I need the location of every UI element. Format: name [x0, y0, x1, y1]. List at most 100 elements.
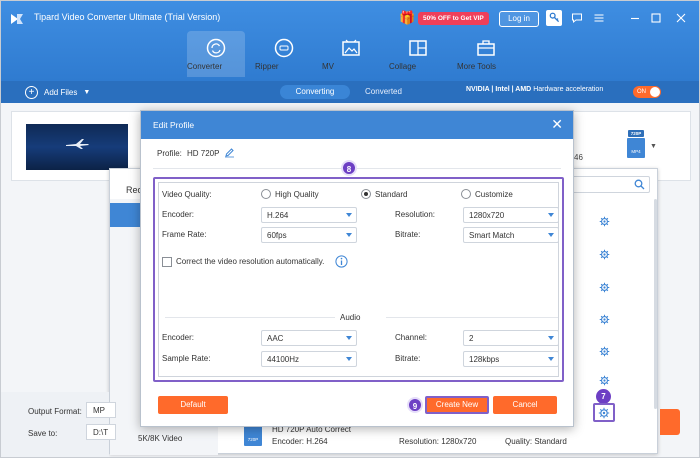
promo-label: 50% OFF to Get VIP	[418, 11, 489, 25]
select-value: Smart Match	[469, 231, 515, 240]
create-new-button[interactable]: Create New	[425, 396, 489, 414]
frame-rate-select[interactable]: 60fps	[261, 227, 357, 243]
step-9-marker: 9	[407, 397, 423, 413]
tab-collage[interactable]: Collage	[389, 31, 447, 77]
tab-converting[interactable]: Converting	[280, 85, 350, 99]
custom-profile-gear-button[interactable]	[593, 403, 615, 422]
select-value: AAC	[267, 334, 284, 343]
chevron-down-icon	[346, 213, 352, 217]
collage-icon	[409, 40, 427, 56]
pencil-icon[interactable]	[224, 147, 235, 158]
save-to-label: Save to:	[28, 429, 58, 438]
frame-rate-label: Frame Rate:	[162, 230, 207, 239]
chevron-down-icon[interactable]: ▼	[650, 143, 657, 150]
chevron-down-icon	[548, 213, 554, 217]
radio-dot	[261, 189, 271, 199]
dialog-header: Edit Profile ✕	[141, 111, 573, 139]
info-icon[interactable]	[335, 255, 348, 268]
tab-converted[interactable]: Converted	[356, 85, 411, 99]
select-value: H.264	[267, 211, 289, 220]
minimize-icon[interactable]	[627, 10, 643, 26]
cancel-button[interactable]: Cancel	[493, 396, 557, 414]
gear-icon	[598, 407, 610, 419]
select-value: 2	[469, 334, 474, 343]
scrollbar[interactable]	[654, 199, 657, 409]
tab-more-tools[interactable]: More Tools	[457, 31, 515, 77]
tab-mv[interactable]: MV	[322, 31, 380, 77]
close-icon[interactable]: ✕	[551, 116, 563, 132]
video-bitrate-select[interactable]: Smart Match	[463, 227, 559, 243]
tab-label: More Tools	[457, 62, 496, 71]
promo-banner[interactable]: 🎁 50% OFF to Get VIP	[399, 9, 489, 27]
video-encoder-select[interactable]: H.264	[261, 207, 357, 223]
chevron-down-icon	[346, 233, 352, 237]
gear-icon[interactable]	[599, 216, 610, 227]
gear-icon[interactable]	[599, 346, 610, 357]
resolution-select[interactable]: 1280x720	[463, 207, 559, 223]
gear-icon[interactable]	[599, 314, 610, 325]
chevron-down-icon	[346, 357, 352, 361]
key-icon[interactable]	[546, 10, 562, 26]
chip-tag: 720P	[628, 130, 644, 137]
convert-all-button[interactable]	[660, 409, 680, 435]
close-icon[interactable]	[673, 10, 689, 26]
output-format-chip[interactable]: 720P MP4	[626, 130, 646, 158]
gear-icon[interactable]	[599, 249, 610, 260]
output-format-select[interactable]: MP	[86, 402, 116, 418]
video-encoder-label: Encoder:	[162, 210, 195, 219]
edit-profile-dialog: Edit Profile ✕ Profile: HD 720P 8 Video …	[140, 110, 574, 427]
tab-label: Ripper	[255, 62, 279, 71]
chevron-down-icon	[548, 233, 554, 237]
profile-label: Profile:	[157, 149, 182, 158]
converter-icon	[206, 38, 226, 58]
tab-ripper[interactable]: Ripper	[255, 31, 313, 77]
format-category-5k8k[interactable]: 5K/8K Video	[138, 434, 182, 443]
toolbar: + Add Files ▼ Converting Converted NVIDI…	[1, 81, 699, 103]
gear-icon[interactable]	[599, 282, 610, 293]
format-search-input[interactable]	[572, 176, 650, 193]
maximize-icon[interactable]	[648, 10, 664, 26]
menu-icon[interactable]	[591, 10, 607, 26]
audio-bitrate-select[interactable]: 128kbps	[463, 351, 559, 367]
login-button[interactable]: Log in	[499, 11, 539, 27]
gift-icon: 🎁	[399, 10, 416, 25]
chevron-down-icon[interactable]: ▼	[83, 89, 90, 96]
radio-standard[interactable]: Standard	[361, 189, 407, 199]
radio-high-quality[interactable]: High Quality	[261, 189, 319, 199]
chat-icon[interactable]	[569, 10, 585, 26]
select-value: 1280x720	[469, 211, 505, 220]
add-files-button[interactable]: + Add Files ▼	[25, 86, 90, 99]
chevron-down-icon	[548, 336, 554, 340]
radio-customize[interactable]: Customize	[461, 189, 513, 199]
hw-text: Hardware acceleration	[533, 86, 604, 93]
select-value: 128kbps	[469, 355, 500, 364]
sample-rate-select[interactable]: 44100Hz	[261, 351, 357, 367]
channel-label: Channel:	[395, 333, 428, 342]
format-item-resolution: Resolution: 1280x720	[399, 437, 477, 446]
mv-icon	[342, 39, 360, 56]
audio-encoder-select[interactable]: AAC	[261, 330, 357, 346]
hardware-acceleration-label: NVIDIA | Intel | AMD Hardware accelerati…	[466, 86, 603, 93]
title-bar: Tipard Video Converter Ultimate (Trial V…	[1, 1, 699, 81]
gear-icon[interactable]	[599, 375, 610, 386]
select-value: 60fps	[267, 231, 287, 240]
tab-converter[interactable]: Converter	[187, 31, 245, 77]
format-item-quality: Quality: Standard	[505, 437, 567, 446]
channel-select[interactable]: 2	[463, 330, 559, 346]
plus-icon: +	[25, 86, 38, 99]
airplane-icon	[66, 139, 89, 149]
step-7-marker: 7	[596, 389, 611, 404]
save-to-field[interactable]: D:\T	[86, 424, 116, 440]
format-badge: 720P	[244, 424, 262, 446]
app-title: Tipard Video Converter Ultimate (Trial V…	[34, 12, 221, 22]
add-files-label: Add Files	[44, 88, 78, 97]
video-thumbnail[interactable]	[26, 124, 128, 170]
output-format-label: Output Format:	[28, 407, 82, 416]
default-button[interactable]: Default	[158, 396, 228, 414]
divider	[386, 317, 558, 318]
auto-correct-checkbox[interactable]	[162, 257, 172, 267]
tab-label: MV	[322, 62, 334, 71]
radio-label: High Quality	[275, 189, 319, 199]
format-item-encoder: Encoder: H.264	[272, 437, 328, 446]
hardware-acceleration-toggle[interactable]: ON	[633, 86, 661, 98]
